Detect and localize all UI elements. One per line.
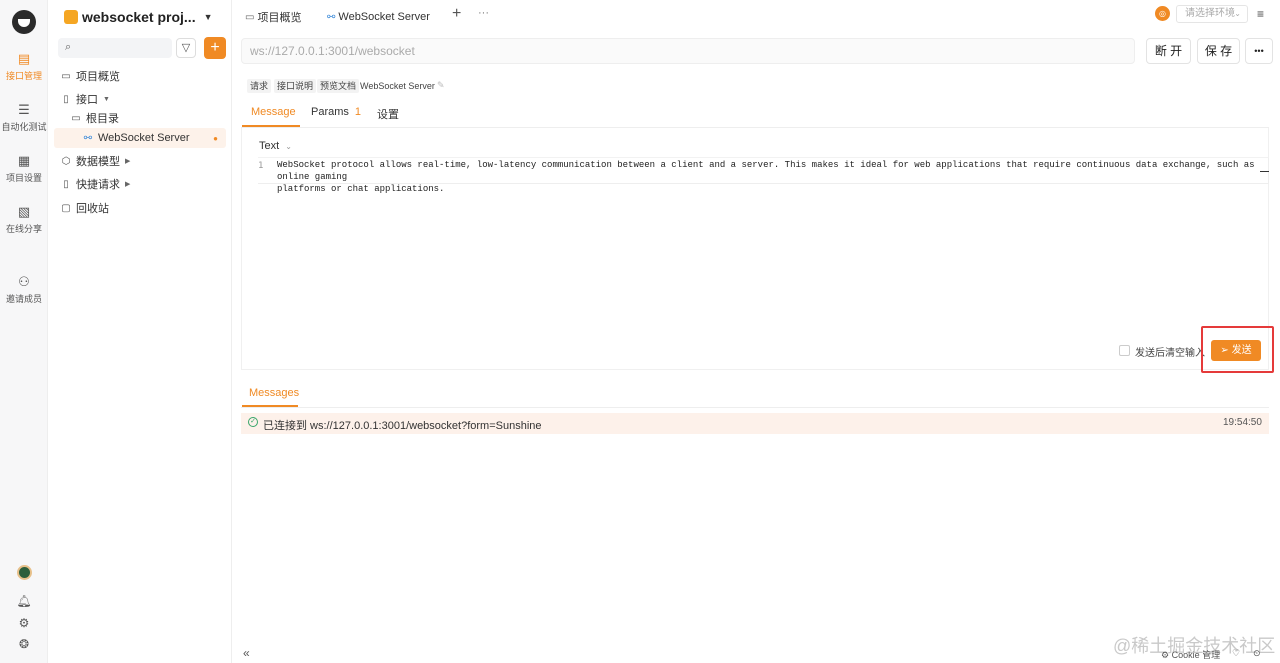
avatar[interactable]: [17, 565, 32, 580]
project-icon: [64, 10, 78, 24]
new-tab-icon[interactable]: +: [452, 5, 461, 23]
tab-messages[interactable]: Messages: [249, 387, 299, 399]
cookie-manager-link[interactable]: ⚙ Cookie 管理: [1161, 648, 1220, 661]
overview-icon: ▭: [245, 11, 255, 23]
message-content[interactable]: WebSocket protocol allows real-time, low…: [277, 159, 1257, 195]
api-folder-icon: ▯: [63, 93, 69, 105]
clear-after-send-checkbox[interactable]: [1119, 345, 1130, 356]
shield-icon[interactable]: ♡: [1232, 648, 1240, 659]
help-icon[interactable]: ❂: [0, 637, 48, 651]
sidebar-item-recycle-bin[interactable]: ▢ 回收站: [48, 198, 232, 218]
chevron-down-icon: ⌄: [285, 142, 292, 151]
cookie-icon: ⚙: [1161, 650, 1170, 660]
gear-icon[interactable]: ⚙: [0, 616, 48, 630]
chip-request[interactable]: 请求: [247, 79, 272, 93]
more-actions-button[interactable]: •••: [1245, 38, 1273, 64]
send-button[interactable]: ➢ 发送: [1211, 340, 1261, 361]
share-icon: ▧: [17, 204, 31, 219]
check-circle-icon: ✓: [248, 417, 258, 427]
tab-settings[interactable]: 设置: [377, 106, 399, 124]
sidebar-search-input[interactable]: ⌕: [58, 38, 172, 58]
dot-icon: ●: [213, 133, 218, 143]
line-number: 1: [258, 161, 264, 171]
filter-button[interactable]: ▽: [176, 38, 196, 58]
websocket-icon: ⚯: [327, 11, 336, 23]
sidebar-item-data-models[interactable]: ⬡ 数据模型 ▶: [48, 151, 232, 171]
websocket-url-input[interactable]: ws://127.0.0.1:3001/websocket: [241, 38, 1135, 64]
divider: [241, 407, 1269, 408]
save-button[interactable]: 保 存: [1197, 38, 1240, 64]
search-icon: ⌕: [65, 41, 72, 53]
rail-item-invite[interactable]: ⚇ 邀请成员: [0, 275, 48, 305]
edit-icon[interactable]: ✎: [437, 80, 445, 91]
invite-icon: ⚇: [18, 274, 30, 289]
chevron-down-icon: ▼: [203, 12, 213, 22]
chevron-down-icon: ▼: [103, 95, 110, 103]
sidebar: websocket proj... ▼ ⌕ ▽ + ▭ 项目概览 ▯ 接口 ▼ …: [48, 0, 232, 663]
chip-preview-doc[interactable]: 预览文档: [317, 79, 360, 93]
tab-overview[interactable]: ▭ 项目概览: [245, 9, 301, 25]
bell-icon[interactable]: 🔔︎: [0, 594, 48, 608]
tab-bar: ▭ 项目概览 ⚯ WebSocket Server + ···: [232, 0, 1280, 32]
project-switcher[interactable]: websocket proj... ▼: [64, 8, 213, 26]
request-name: WebSocket Server: [360, 81, 435, 91]
app-rail: ▤ 接口管理 ☰ 自动化测试 ▦ 项目设置 ▧ 在线分享 ⚇ 邀请成员 🔔︎ ⚙…: [0, 0, 48, 663]
settings-circle-icon[interactable]: ⊙: [1253, 648, 1261, 659]
sidebar-item-quick-requests[interactable]: ▯ 快捷请求 ▶: [48, 174, 232, 194]
environment-select[interactable]: 请选择环境 ⌄: [1176, 5, 1248, 23]
more-tabs-icon[interactable]: ···: [478, 7, 489, 19]
websocket-icon: ⚯: [83, 132, 93, 144]
overview-icon: ▭: [61, 70, 71, 82]
disconnect-button[interactable]: 断 开: [1146, 38, 1191, 64]
chevron-right-icon: ▶: [125, 158, 131, 165]
editor-scroll-marker: [1260, 171, 1269, 172]
send-icon: ➢: [1220, 345, 1229, 356]
rail-item-online-share[interactable]: ▧ 在线分享: [0, 205, 48, 235]
rail-item-api-management[interactable]: ▤ 接口管理: [0, 52, 48, 82]
tab-params[interactable]: Params 1: [311, 106, 361, 124]
clear-after-send-label: 发送后清空输入: [1135, 348, 1205, 359]
api-icon: ▤: [17, 51, 31, 66]
plus-icon: +: [210, 39, 220, 56]
rail-item-automation[interactable]: ☰ 自动化测试: [0, 103, 48, 133]
tab-websocket-server[interactable]: ⚯ WebSocket Server: [327, 9, 430, 25]
sidebar-item-api[interactable]: ▯ 接口 ▼: [48, 89, 232, 109]
chevron-right-icon: ▶: [125, 181, 131, 188]
menu-icon[interactable]: ≡: [1257, 7, 1264, 21]
chevron-down-icon: ⌄: [1234, 9, 1241, 18]
message-text: 已连接到 ws://127.0.0.1:3001/websocket?form=…: [263, 420, 542, 432]
format-select[interactable]: Text ⌄: [259, 140, 292, 152]
tab-message[interactable]: Message: [251, 106, 296, 124]
app-logo-icon[interactable]: [12, 10, 36, 34]
sidebar-item-overview[interactable]: ▭ 项目概览: [48, 66, 232, 86]
chip-api-doc[interactable]: 接口说明: [274, 79, 317, 93]
settings-icon: ▦: [17, 153, 31, 168]
folder-icon: ▭: [71, 112, 81, 124]
data-model-icon: ⬡: [61, 155, 71, 167]
trash-icon: ▢: [61, 202, 71, 214]
message-timestamp: 19:54:50: [1223, 417, 1262, 428]
sidebar-item-websocket-server[interactable]: ⚯ WebSocket Server ●: [54, 128, 226, 148]
quick-request-icon: ▯: [63, 178, 69, 190]
sidebar-item-root-folder[interactable]: ▭ 根目录: [48, 108, 232, 128]
collapse-sidebar-icon[interactable]: «: [243, 646, 250, 660]
rail-item-project-settings[interactable]: ▦ 项目设置: [0, 154, 48, 184]
project-name: websocket proj...: [82, 9, 196, 25]
automation-icon: ☰: [18, 102, 30, 117]
user-status-icon[interactable]: ◎: [1155, 6, 1170, 21]
params-count-badge: 1: [354, 106, 362, 118]
add-button[interactable]: +: [204, 37, 226, 59]
filter-icon: ▽: [181, 42, 191, 54]
